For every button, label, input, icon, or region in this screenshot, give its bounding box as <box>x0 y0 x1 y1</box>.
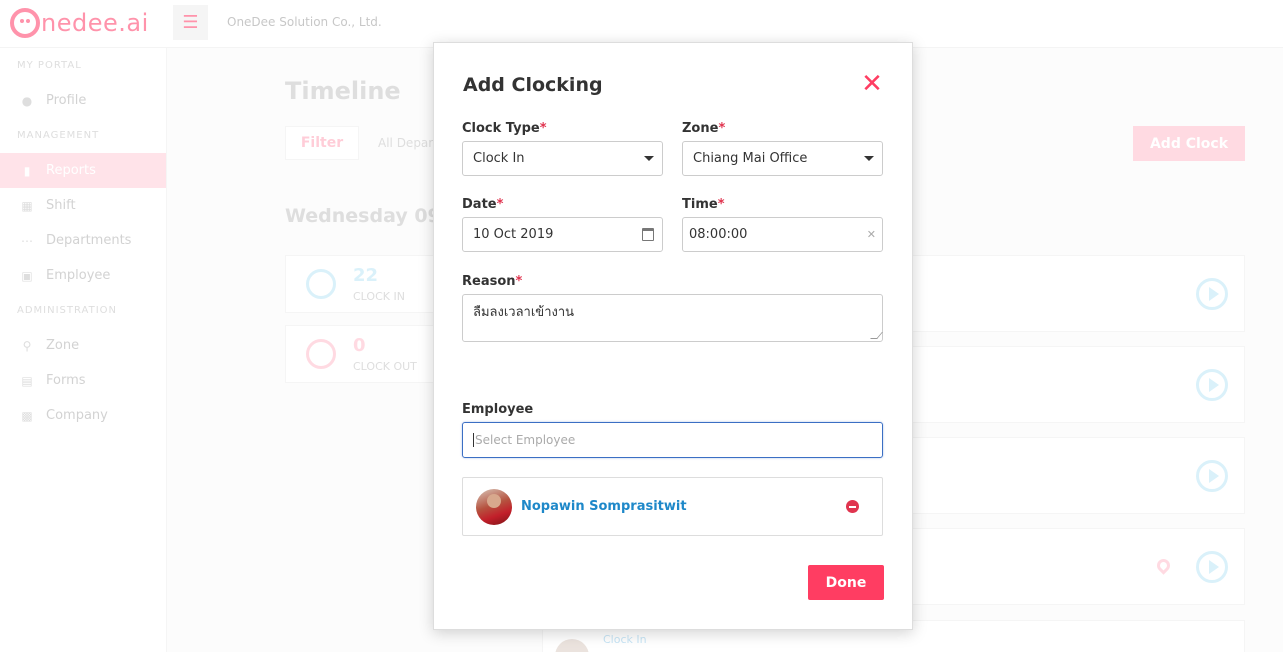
employee-search-input[interactable]: Select Employee <box>462 422 883 458</box>
avatar <box>476 489 512 525</box>
caret-down-icon <box>864 156 874 161</box>
calendar-icon[interactable] <box>642 228 654 241</box>
clock-type-label: Clock Type* <box>462 121 547 136</box>
selected-employee-card: Nopawin Somprasitwit <box>462 477 883 536</box>
label-text: Clock Type <box>462 121 540 136</box>
time-input[interactable]: 08:00:00 ✕ <box>682 217 883 252</box>
label-text: Zone <box>682 121 719 136</box>
time-label: Time* <box>682 197 725 212</box>
employee-label: Employee <box>462 402 534 417</box>
label-text: Reason <box>462 274 516 289</box>
zone-label: Zone* <box>682 121 725 136</box>
text-cursor <box>473 433 474 447</box>
add-clocking-modal: Add Clocking ✕ Clock Type* Clock In Zone… <box>433 42 913 630</box>
date-input[interactable]: 10 Oct 2019 <box>462 217 663 252</box>
done-button[interactable]: Done <box>808 565 884 600</box>
select-value: Clock In <box>473 151 525 166</box>
clear-icon[interactable]: ✕ <box>867 228 876 241</box>
reason-textarea[interactable]: ลืมลงเวลาเข้างาน <box>462 294 883 342</box>
input-placeholder: Select Employee <box>475 433 576 447</box>
required-mark: * <box>515 274 523 289</box>
resize-handle-icon[interactable] <box>870 332 883 339</box>
input-value: 08:00:00 <box>689 227 748 242</box>
clock-type-select[interactable]: Clock In <box>462 141 663 176</box>
employee-name[interactable]: Nopawin Somprasitwit <box>521 499 687 514</box>
date-label: Date* <box>462 197 503 212</box>
close-icon[interactable]: ✕ <box>857 69 887 99</box>
required-mark: * <box>718 121 726 136</box>
modal-title: Add Clocking <box>463 74 603 96</box>
remove-circle-icon[interactable] <box>846 500 859 513</box>
caret-down-icon <box>644 156 654 161</box>
reason-label: Reason* <box>462 274 522 289</box>
required-mark: * <box>539 121 547 136</box>
label-text: Time <box>682 197 718 212</box>
select-value: Chiang Mai Office <box>693 151 808 166</box>
required-mark: * <box>717 197 725 212</box>
label-text: Date <box>462 197 497 212</box>
required-mark: * <box>496 197 504 212</box>
textarea-value: ลืมลงเวลาเข้างาน <box>473 305 575 320</box>
input-value: 10 Oct 2019 <box>473 227 554 242</box>
zone-select[interactable]: Chiang Mai Office <box>682 141 883 176</box>
